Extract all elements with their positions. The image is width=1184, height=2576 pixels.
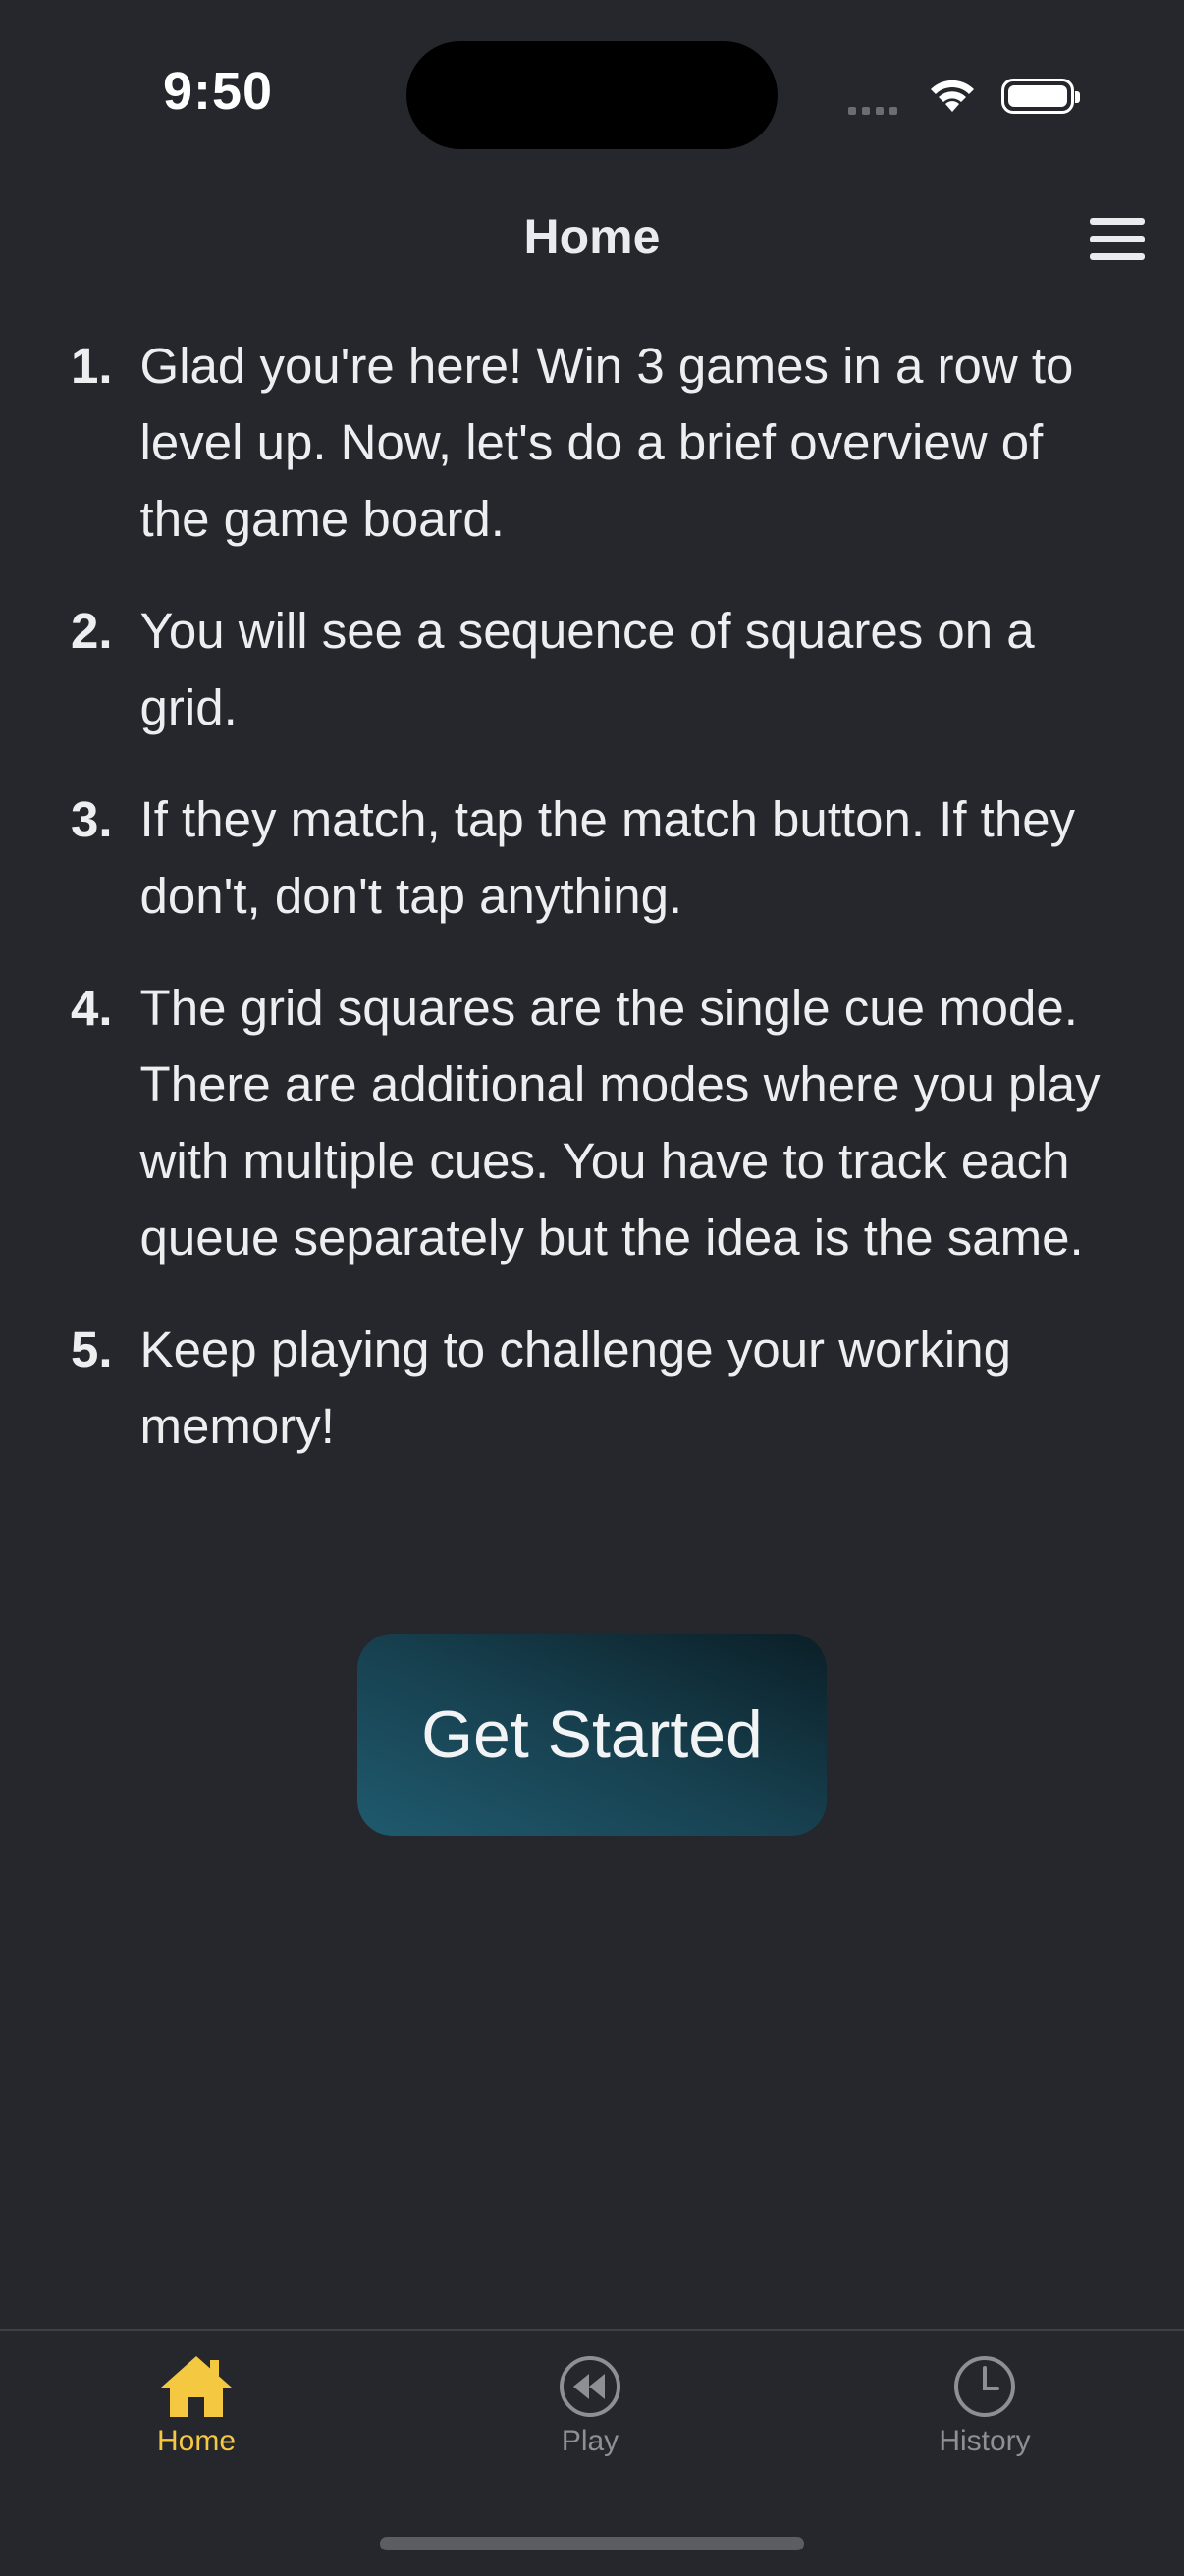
list-item: 3. If they match, tap the match button. I… xyxy=(71,781,1111,935)
status-bar: 9:50 xyxy=(0,0,1184,177)
clock-icon xyxy=(954,2356,1015,2417)
list-item: 1. Glad you're here! Win 3 games in a row… xyxy=(71,328,1111,558)
tab-label: Play xyxy=(561,2425,619,2457)
home-indicator xyxy=(380,2537,804,2550)
battery-icon xyxy=(1001,79,1080,114)
step-text: Keep playing to challenge your working m… xyxy=(139,1321,1011,1454)
step-number: 5. xyxy=(71,1321,113,1377)
hamburger-menu-icon[interactable] xyxy=(1090,218,1145,261)
instructions-list: 1. Glad you're here! Win 3 games in a row… xyxy=(71,328,1111,1500)
tab-label: Home xyxy=(156,2425,237,2457)
step-text: If they match, tap the match button. If … xyxy=(139,791,1076,924)
rewind-circle-icon xyxy=(560,2356,620,2417)
wifi-icon xyxy=(927,75,978,119)
page-title: Home xyxy=(523,209,661,264)
step-number: 4. xyxy=(71,980,113,1036)
house-icon xyxy=(161,2356,232,2417)
step-number: 1. xyxy=(71,338,113,394)
list-item: 5. Keep playing to challenge your working… xyxy=(71,1312,1111,1465)
list-item: 2. You will see a sequence of squares on … xyxy=(71,593,1111,746)
tab-label: History xyxy=(939,2425,1031,2457)
dynamic-island xyxy=(406,41,778,149)
step-number: 3. xyxy=(71,791,113,847)
step-text: You will see a sequence of squares on a … xyxy=(139,603,1035,735)
get-started-button[interactable]: Get Started xyxy=(357,1634,827,1836)
step-text: Glad you're here! Win 3 games in a row t… xyxy=(139,338,1074,547)
step-text: The grid squares are the single cue mode… xyxy=(139,980,1101,1265)
tab-home[interactable]: Home xyxy=(79,2354,314,2458)
step-number: 2. xyxy=(71,603,113,659)
cellular-signal-icon xyxy=(848,102,903,120)
tab-play[interactable]: Play xyxy=(472,2354,708,2458)
tab-history[interactable]: History xyxy=(867,2354,1103,2458)
status-time: 9:50 xyxy=(163,62,274,121)
list-item: 4. The grid squares are the single cue mo… xyxy=(71,970,1111,1276)
